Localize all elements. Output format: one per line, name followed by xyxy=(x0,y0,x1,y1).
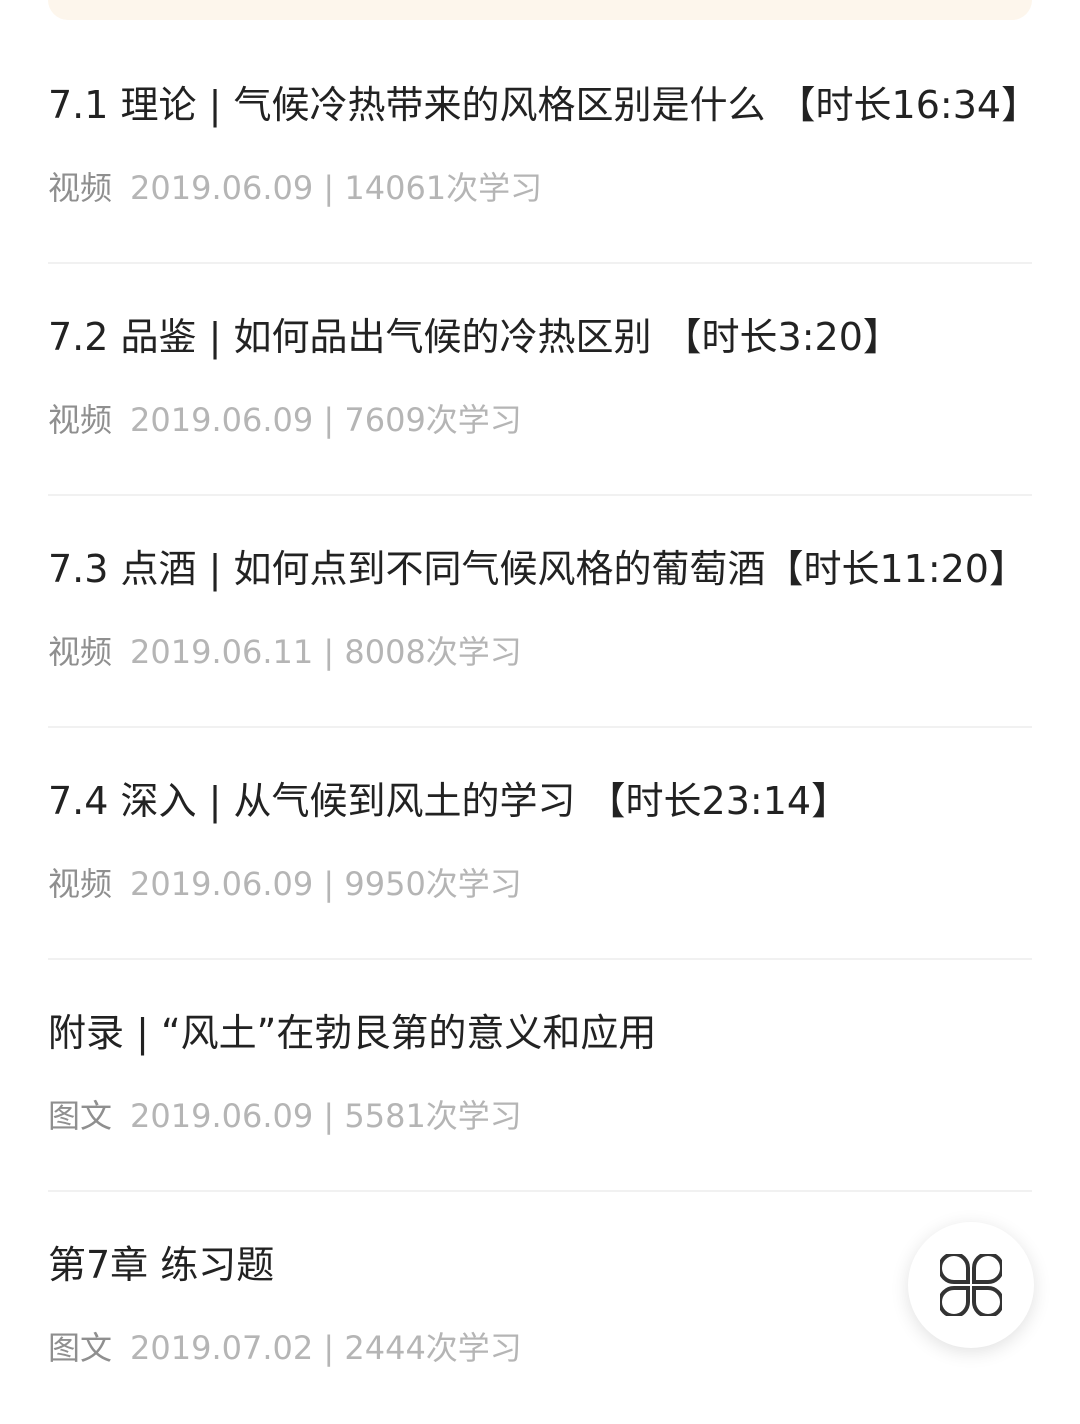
lesson-meta: 视频 2019.06.11 | 8008次学习 xyxy=(48,630,522,674)
lesson-title: 附录 | “风土”在勃艮第的意义和应用 xyxy=(48,1011,657,1055)
lesson-title: 7.2 品鉴 | 如何品出气候的冷热区别 【时长3:20】 xyxy=(48,315,901,359)
lesson-meta: 图文 2019.07.02 | 2444次学习 xyxy=(48,1326,522,1370)
lesson-title: 第7章 练习题 xyxy=(48,1243,275,1287)
lesson-meta: 视频 2019.06.09 | 9950次学习 xyxy=(48,862,522,906)
list-item[interactable]: 7.2 品鉴 | 如何品出气候的冷热区别 【时长3:20】 视频 2019.06.… xyxy=(48,264,1032,496)
lesson-list: 7.1 理论 | 气候冷热带来的风格区别是什么 【时长16:34】 视频 2019… xyxy=(48,32,1039,1424)
lesson-info: 2019.06.09 | 14061次学习 xyxy=(130,169,543,207)
lesson-type: 图文 xyxy=(48,1329,113,1367)
list-item[interactable]: 第7章 练习题 图文 2019.07.02 | 2444次学习 xyxy=(48,1192,1032,1424)
lesson-title: 7.4 深入 | 从气候到风土的学习 【时长23:14】 xyxy=(48,779,850,823)
floating-menu-button[interactable] xyxy=(908,1222,1034,1348)
lesson-info: 2019.06.09 | 9950次学习 xyxy=(130,865,522,903)
list-item[interactable]: 7.4 深入 | 从气候到风土的学习 【时长23:14】 视频 2019.06.0… xyxy=(48,728,1032,960)
lesson-info: 2019.06.09 | 5581次学习 xyxy=(130,1097,522,1135)
lesson-title: 7.1 理论 | 气候冷热带来的风格区别是什么 【时长16:34】 xyxy=(48,83,1040,127)
lesson-meta: 图文 2019.06.09 | 5581次学习 xyxy=(48,1094,522,1138)
lesson-info: 2019.06.09 | 7609次学习 xyxy=(130,401,522,439)
lesson-type: 视频 xyxy=(48,169,113,207)
list-item[interactable]: 7.3 点酒 | 如何点到不同气候风格的葡萄酒【时长11:20】 视频 2019.… xyxy=(48,496,1032,728)
top-banner xyxy=(48,0,1032,20)
lesson-meta: 视频 2019.06.09 | 14061次学习 xyxy=(48,166,542,210)
list-item[interactable]: 7.1 理论 | 气候冷热带来的风格区别是什么 【时长16:34】 视频 2019… xyxy=(48,32,1039,264)
lesson-info: 2019.07.02 | 2444次学习 xyxy=(130,1329,522,1367)
clover-menu-icon xyxy=(940,1254,1002,1316)
lesson-type: 视频 xyxy=(48,633,113,671)
lesson-meta: 视频 2019.06.09 | 7609次学习 xyxy=(48,398,522,442)
lesson-type: 视频 xyxy=(48,865,113,903)
lesson-type: 图文 xyxy=(48,1097,113,1135)
lesson-info: 2019.06.11 | 8008次学习 xyxy=(130,633,522,671)
lesson-type: 视频 xyxy=(48,401,113,439)
lesson-title: 7.3 点酒 | 如何点到不同气候风格的葡萄酒【时长11:20】 xyxy=(48,547,1027,591)
list-item[interactable]: 附录 | “风土”在勃艮第的意义和应用 图文 2019.06.09 | 5581次… xyxy=(48,960,1032,1192)
